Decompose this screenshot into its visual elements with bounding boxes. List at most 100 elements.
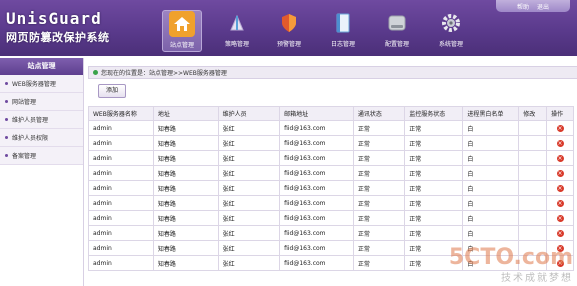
table-cell: 知春路 bbox=[152, 255, 219, 271]
table-cell: 正常 bbox=[404, 150, 464, 166]
table-cell: 知春路 bbox=[152, 135, 219, 151]
table-cell: 张红 bbox=[217, 210, 281, 226]
nav-log-management[interactable]: 日志管理 bbox=[324, 10, 362, 50]
bullet-icon bbox=[5, 118, 8, 121]
table-cell: fiid@163.com bbox=[279, 225, 354, 241]
table-cell: 白 bbox=[462, 135, 520, 151]
shield-icon bbox=[276, 10, 302, 36]
table-row: admin 知春路 张红 fiid@163.com 正常 正常白 × bbox=[88, 195, 574, 211]
table-cell: fiid@163.com bbox=[279, 210, 354, 226]
table-cell: 白 bbox=[462, 225, 520, 241]
sidebar-item-web-server[interactable]: WEB服务器管理 bbox=[0, 75, 83, 93]
table-cell: 知春路 bbox=[152, 120, 219, 136]
table-cell: 知春路 bbox=[152, 225, 219, 241]
table-cell: 正常 bbox=[404, 135, 464, 151]
table-cell: admin bbox=[88, 180, 154, 196]
nav-config-management[interactable]: 配置管理 bbox=[378, 10, 416, 50]
table-cell: 白 bbox=[462, 165, 520, 181]
table-cell: 正常 bbox=[352, 255, 406, 271]
nav-alert-management[interactable]: 预警管理 bbox=[270, 10, 308, 50]
table-cell: admin bbox=[88, 120, 154, 136]
sidebar-item-label: 维护人员权限 bbox=[12, 135, 49, 142]
table-cell: 白 bbox=[462, 180, 520, 196]
help-link[interactable]: 帮助 bbox=[517, 2, 529, 11]
table-cell: 正常 bbox=[404, 210, 464, 226]
edit-cell[interactable] bbox=[518, 225, 548, 241]
nav-system-management[interactable]: 系统管理 bbox=[432, 10, 470, 50]
operation-cell: × bbox=[546, 225, 574, 241]
table-cell: 知春路 bbox=[152, 180, 219, 196]
edit-cell[interactable] bbox=[518, 180, 548, 196]
add-button[interactable]: 添加 bbox=[98, 84, 126, 98]
sidebar-item-filing[interactable]: 备案管理 bbox=[0, 147, 83, 165]
table-cell: fiid@163.com bbox=[279, 195, 354, 211]
operation-cell: × bbox=[546, 120, 574, 136]
column-header: 修改 bbox=[518, 106, 548, 121]
delete-icon[interactable]: × bbox=[556, 229, 564, 237]
table-row: admin 知春路 张红 fiid@163.com 正常 正常白 × bbox=[88, 135, 574, 151]
column-header: WEB服务器名称 bbox=[88, 106, 154, 121]
edit-cell[interactable] bbox=[518, 195, 548, 211]
table-cell: 张红 bbox=[217, 165, 281, 181]
bullet-icon bbox=[5, 82, 8, 85]
table-header-row: WEB服务器名称 地址 维护人员 邮箱地址 通讯状态 监控服务状态 进程黑白名单… bbox=[88, 106, 574, 121]
table-cell: 张红 bbox=[217, 180, 281, 196]
nav-site-management[interactable]: 站点管理 bbox=[162, 10, 202, 52]
operation-cell: × bbox=[546, 180, 574, 196]
logout-link[interactable]: 退出 bbox=[537, 2, 549, 11]
nav-label: 预警管理 bbox=[276, 41, 301, 48]
table-cell: admin bbox=[88, 255, 154, 271]
nav-label: 策略管理 bbox=[224, 41, 249, 48]
sidebar-item-site[interactable]: 网站管理 bbox=[0, 93, 83, 111]
delete-icon[interactable]: × bbox=[556, 184, 564, 192]
column-header: 维护人员 bbox=[217, 106, 281, 121]
table-cell: 正常 bbox=[404, 225, 464, 241]
table-cell: 正常 bbox=[352, 180, 406, 196]
top-links: 帮助 退出 bbox=[496, 0, 570, 12]
table-cell: 白 bbox=[462, 150, 520, 166]
nav-strategy-management[interactable]: 策略管理 bbox=[218, 10, 256, 50]
sidebar-item-label: 维护人员管理 bbox=[12, 117, 49, 124]
table-row: admin 知春路 张红 fiid@163.com 正常 正常白 × bbox=[88, 180, 574, 196]
table-cell: 正常 bbox=[352, 225, 406, 241]
table-row: admin 知春路 张红 fiid@163.com 正常 正常白 × bbox=[88, 210, 574, 226]
brand-title-cn: 网页防篡改保护系统 bbox=[6, 31, 110, 44]
table-cell: fiid@163.com bbox=[279, 255, 354, 271]
table-cell: 张红 bbox=[217, 195, 281, 211]
operation-cell: × bbox=[546, 150, 574, 166]
sidebar-item-label: 备案管理 bbox=[12, 153, 37, 160]
table-cell: admin bbox=[88, 135, 154, 151]
breadcrumb-text: 您现在的位置是：站点管理>>WEB服务器管理 bbox=[101, 70, 227, 77]
delete-icon[interactable]: × bbox=[556, 139, 564, 147]
table-cell: 正常 bbox=[404, 165, 464, 181]
watermark-slogan: 技术成就梦想 bbox=[501, 273, 573, 284]
table-cell: 正常 bbox=[352, 150, 406, 166]
table-cell: 张红 bbox=[217, 120, 281, 136]
edit-cell[interactable] bbox=[518, 120, 548, 136]
table-cell: admin bbox=[88, 150, 154, 166]
sidebar: 站点管理 WEB服务器管理 网站管理 维护人员管理 维护人员权限 备案管理 bbox=[0, 58, 84, 286]
delete-icon[interactable]: × bbox=[556, 199, 564, 207]
delete-icon[interactable]: × bbox=[556, 124, 564, 132]
edit-cell[interactable] bbox=[518, 210, 548, 226]
delete-icon[interactable]: × bbox=[556, 169, 564, 177]
table-cell: 白 bbox=[462, 210, 520, 226]
sidebar-item-maintainer-permissions[interactable]: 维护人员权限 bbox=[0, 129, 83, 147]
table-cell: admin bbox=[88, 225, 154, 241]
operation-cell: × bbox=[546, 210, 574, 226]
column-header: 邮箱地址 bbox=[279, 106, 354, 121]
operation-cell: × bbox=[546, 135, 574, 151]
delete-icon[interactable]: × bbox=[556, 214, 564, 222]
log-icon bbox=[330, 10, 356, 36]
sidebar-item-maintainer[interactable]: 维护人员管理 bbox=[0, 111, 83, 129]
table-cell: 正常 bbox=[404, 120, 464, 136]
table-cell: 张红 bbox=[217, 255, 281, 271]
edit-cell[interactable] bbox=[518, 165, 548, 181]
operation-cell: × bbox=[546, 195, 574, 211]
delete-icon[interactable]: × bbox=[556, 154, 564, 162]
table-cell: fiid@163.com bbox=[279, 165, 354, 181]
table-cell: 张红 bbox=[217, 135, 281, 151]
table-cell: 正常 bbox=[352, 120, 406, 136]
edit-cell[interactable] bbox=[518, 135, 548, 151]
edit-cell[interactable] bbox=[518, 150, 548, 166]
